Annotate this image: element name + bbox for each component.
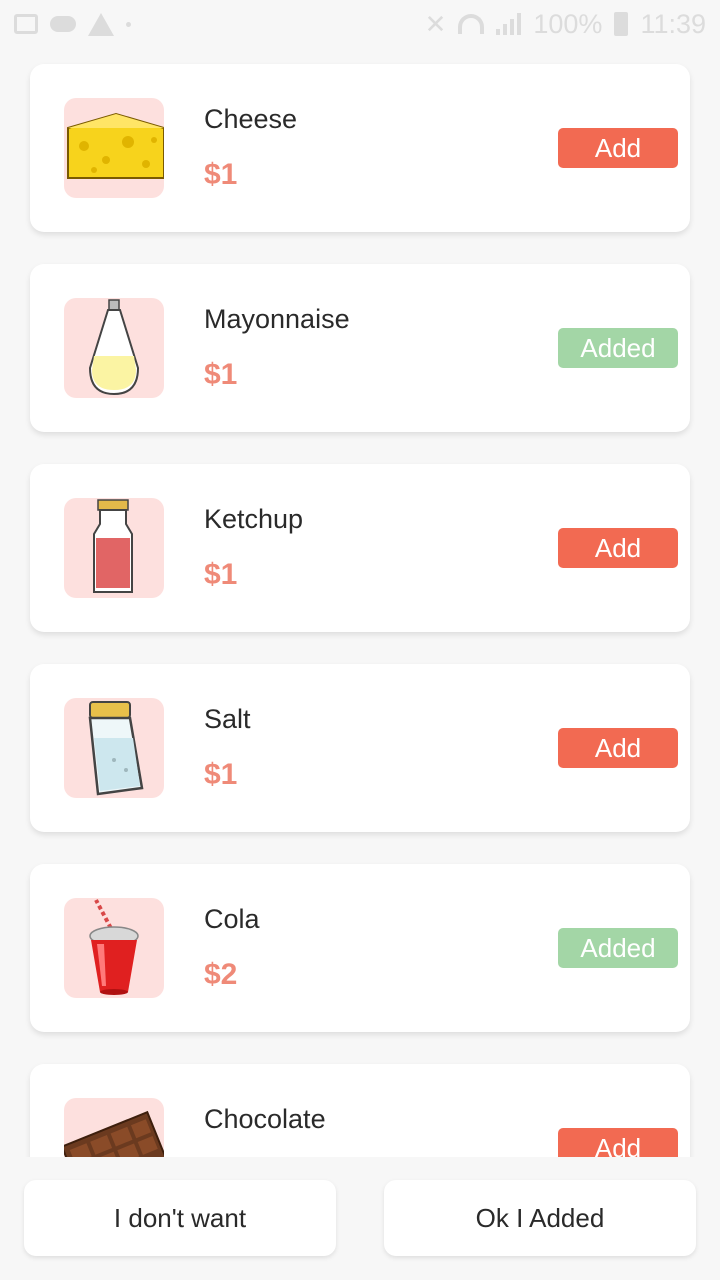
salt-shaker-icon — [64, 698, 164, 798]
item-list[interactable]: Cheese $1 Add Mayonnaise $1 Added Ketchu… — [0, 0, 720, 1157]
add-button[interactable]: Add — [558, 1128, 678, 1157]
add-button[interactable]: Add — [558, 528, 678, 568]
add-button[interactable]: Add — [558, 128, 678, 168]
item-name: Cola — [204, 904, 260, 934]
item-name: Chocolate — [204, 1104, 326, 1134]
added-button[interactable]: Added — [558, 328, 678, 368]
item-card-mayonnaise: Mayonnaise $1 Added — [30, 264, 690, 432]
cheese-icon — [64, 98, 164, 198]
item-price: $1 — [204, 558, 238, 591]
item-price: $1 — [204, 158, 238, 191]
ok-added-button[interactable]: Ok I Added — [384, 1180, 696, 1256]
item-price: $1 — [204, 358, 238, 391]
ketchup-bottle-icon — [64, 498, 164, 598]
chocolate-bar-icon — [64, 1098, 164, 1157]
added-button[interactable]: Added — [558, 928, 678, 968]
item-name: Mayonnaise — [204, 304, 350, 334]
mayonnaise-bottle-icon — [64, 298, 164, 398]
item-name: Cheese — [204, 104, 298, 134]
item-card-salt: Salt $1 Add — [30, 664, 690, 832]
item-price: $2 — [204, 958, 238, 991]
item-card-cheese: Cheese $1 Add — [30, 64, 690, 232]
item-card-cola: Cola $2 Added — [30, 864, 690, 1032]
bottom-action-bar: I don't want Ok I Added — [0, 1157, 720, 1280]
item-price: $1 — [204, 758, 238, 791]
item-name: Ketchup — [204, 504, 304, 534]
dont-want-button[interactable]: I don't want — [24, 1180, 336, 1256]
item-card-ketchup: Ketchup $1 Add — [30, 464, 690, 632]
item-name: Salt — [204, 704, 251, 734]
add-button[interactable]: Add — [558, 728, 678, 768]
item-card-chocolate: Chocolate Add — [30, 1064, 690, 1157]
cola-cup-icon — [64, 898, 164, 998]
